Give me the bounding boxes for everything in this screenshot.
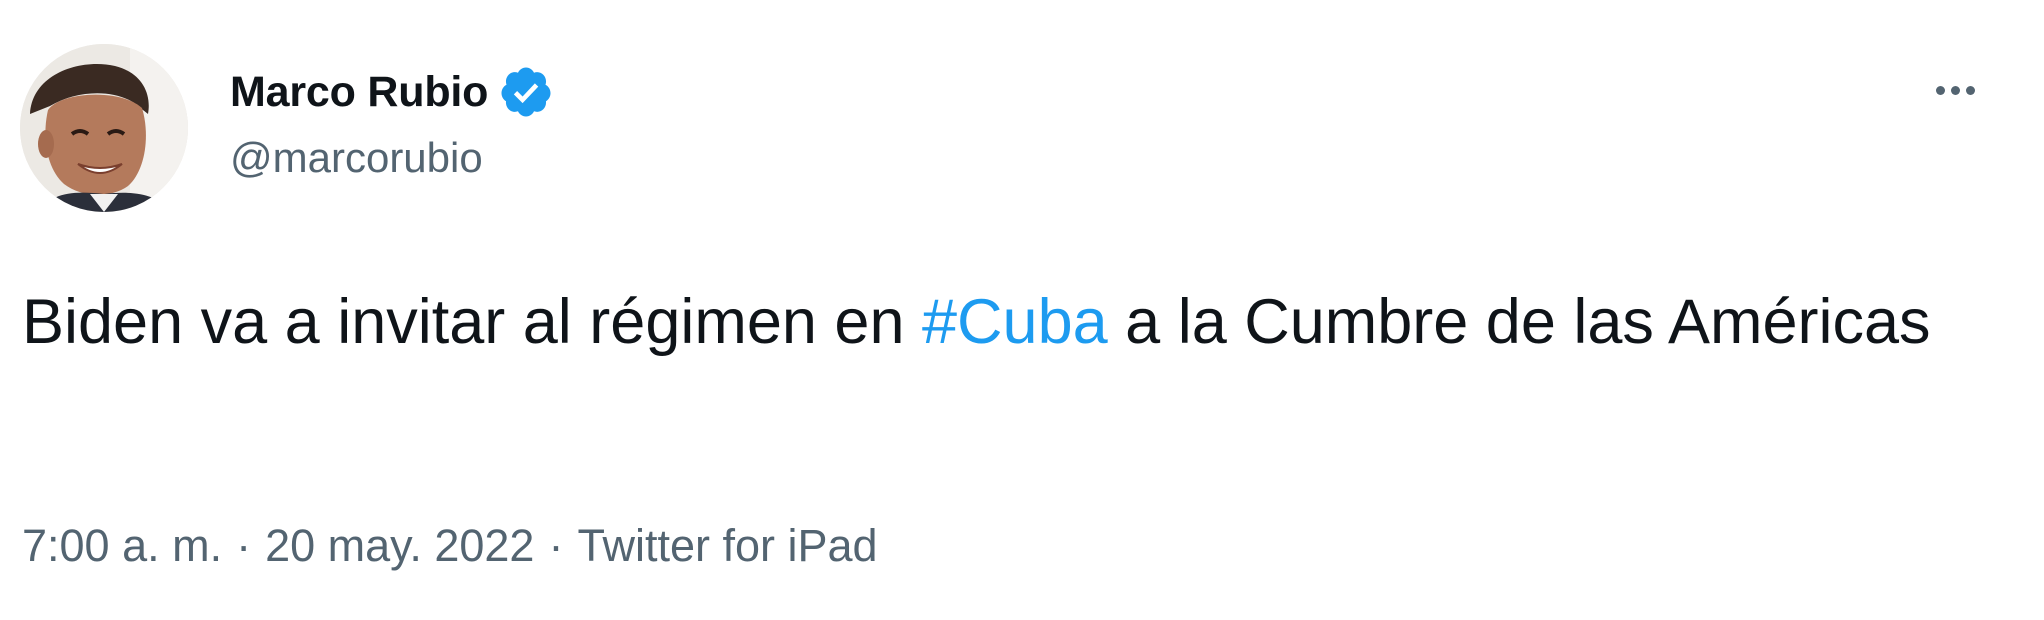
tweet-date[interactable]: 20 may. 2022 <box>265 520 534 572</box>
tweet-text-part: Biden va a invitar al régimen en <box>22 287 922 357</box>
meta-separator: · <box>548 520 564 571</box>
hashtag-link[interactable]: #Cuba <box>922 287 1108 357</box>
author-name-row: Marco Rubio <box>230 62 554 122</box>
more-horizontal-icon[interactable] <box>1915 60 1995 120</box>
author-name[interactable]: Marco Rubio <box>230 68 488 117</box>
tweet-time[interactable]: 7:00 a. m. <box>22 520 222 572</box>
more-dot <box>1950 85 1960 95</box>
more-dot <box>1965 85 1975 95</box>
verified-badge-icon <box>498 64 554 120</box>
tweet-card: Marco Rubio @marcorubio Biden va a invit… <box>0 0 2044 620</box>
tweet-meta: 7:00 a. m. · 20 may. 2022 · Twitter for … <box>22 520 878 572</box>
more-dot <box>1935 85 1945 95</box>
tweet-text-part: a la Cumbre de las Américas <box>1107 287 1931 357</box>
avatar-photo <box>20 44 188 212</box>
meta-separator: · <box>236 520 252 571</box>
tweet-source[interactable]: Twitter for iPad <box>577 520 877 572</box>
author-handle[interactable]: @marcorubio <box>230 134 483 182</box>
tweet-text: Biden va a invitar al régimen en #Cuba a… <box>22 274 2002 370</box>
avatar[interactable] <box>20 44 188 212</box>
